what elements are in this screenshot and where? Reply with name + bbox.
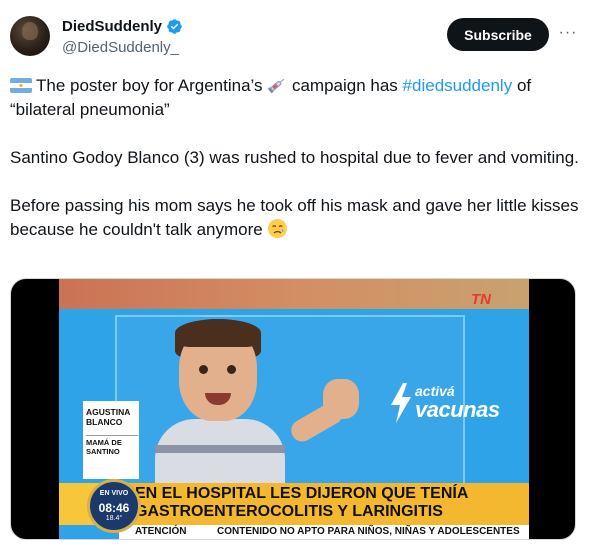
- author-display-name[interactable]: DiedSuddenly: [62, 18, 162, 35]
- tweet-line1-post: of: [516, 76, 532, 95]
- lower-third: AGUSTINA BLANCO MAMÁ DE SANTINO: [83, 401, 139, 479]
- tweet-paragraph-3: Before passing his mom says he took off …: [10, 194, 582, 242]
- argentina-flag-icon: [10, 78, 32, 93]
- video-background-strip: [59, 279, 529, 309]
- tweet-text: The poster boy for Argentina’s campaign …: [10, 74, 582, 242]
- news-banner-text: EN EL HOSPITAL LES DIJERON QUE TENÍA GAS…: [135, 485, 468, 520]
- tweet-line1-mid: campaign has: [291, 76, 398, 95]
- more-options-icon[interactable]: ···: [557, 22, 579, 44]
- lightning-bolt-icon: [391, 383, 411, 423]
- clock-temperature: 18.4°: [105, 515, 123, 522]
- clock-live-label: EN VIVO: [99, 490, 129, 497]
- subscribe-button[interactable]: Subscribe: [447, 18, 549, 51]
- tweet-paragraph-2: Santino Godoy Blanco (3) was rushed to h…: [10, 148, 579, 167]
- lower-third-role: MAMÁ DE SANTINO: [86, 435, 138, 456]
- broadcast-clock: EN VIVO 08:46 18.4°: [87, 479, 141, 533]
- avatar-figure: [22, 22, 38, 40]
- campaign-big-text: vacunas: [415, 397, 500, 422]
- tweet-para3-text: Before passing his mom says he took off …: [10, 196, 579, 239]
- crying-face-icon: [268, 219, 288, 238]
- author-handle[interactable]: @DiedSuddenly_: [62, 39, 179, 56]
- child-shirt-stripe: [155, 445, 285, 453]
- tweet-line1-pre: The poster boy for Argentina’s: [36, 76, 263, 95]
- child-fist: [323, 379, 359, 419]
- tweet-paragraph-1: The poster boy for Argentina’s campaign …: [10, 74, 582, 122]
- lower-third-name: AGUSTINA BLANCO: [86, 407, 131, 427]
- clock-time: 08:46: [98, 501, 130, 515]
- video-frame[interactable]: activá vacunas TN AGUSTINA BLANCO MAMÁ D…: [59, 279, 529, 539]
- tweet-header: DiedSuddenly @DiedSuddenly_ Subscribe ··…: [10, 14, 583, 62]
- child-hair-front: [175, 319, 261, 347]
- avatar[interactable]: [10, 16, 50, 56]
- author-name-row: DiedSuddenly: [62, 18, 183, 35]
- channel-logo: TN: [471, 291, 491, 308]
- child-eye-right: [227, 365, 236, 374]
- warning-text: CONTENIDO NO APTO PARA NIÑOS, NIÑAS Y AD…: [217, 526, 520, 537]
- warning-label: ATENCIÓN: [135, 526, 187, 537]
- syringe-icon: [268, 78, 285, 94]
- hashtag-link[interactable]: #diedsuddenly: [403, 76, 513, 95]
- child-eye-left: [199, 365, 208, 374]
- verified-badge-icon: [167, 19, 182, 34]
- tweet-media-video[interactable]: activá vacunas TN AGUSTINA BLANCO MAMÁ D…: [10, 278, 576, 540]
- channel-logo-text: TN: [471, 291, 491, 308]
- tweet-line2: “bilateral pneumonia”: [10, 100, 170, 119]
